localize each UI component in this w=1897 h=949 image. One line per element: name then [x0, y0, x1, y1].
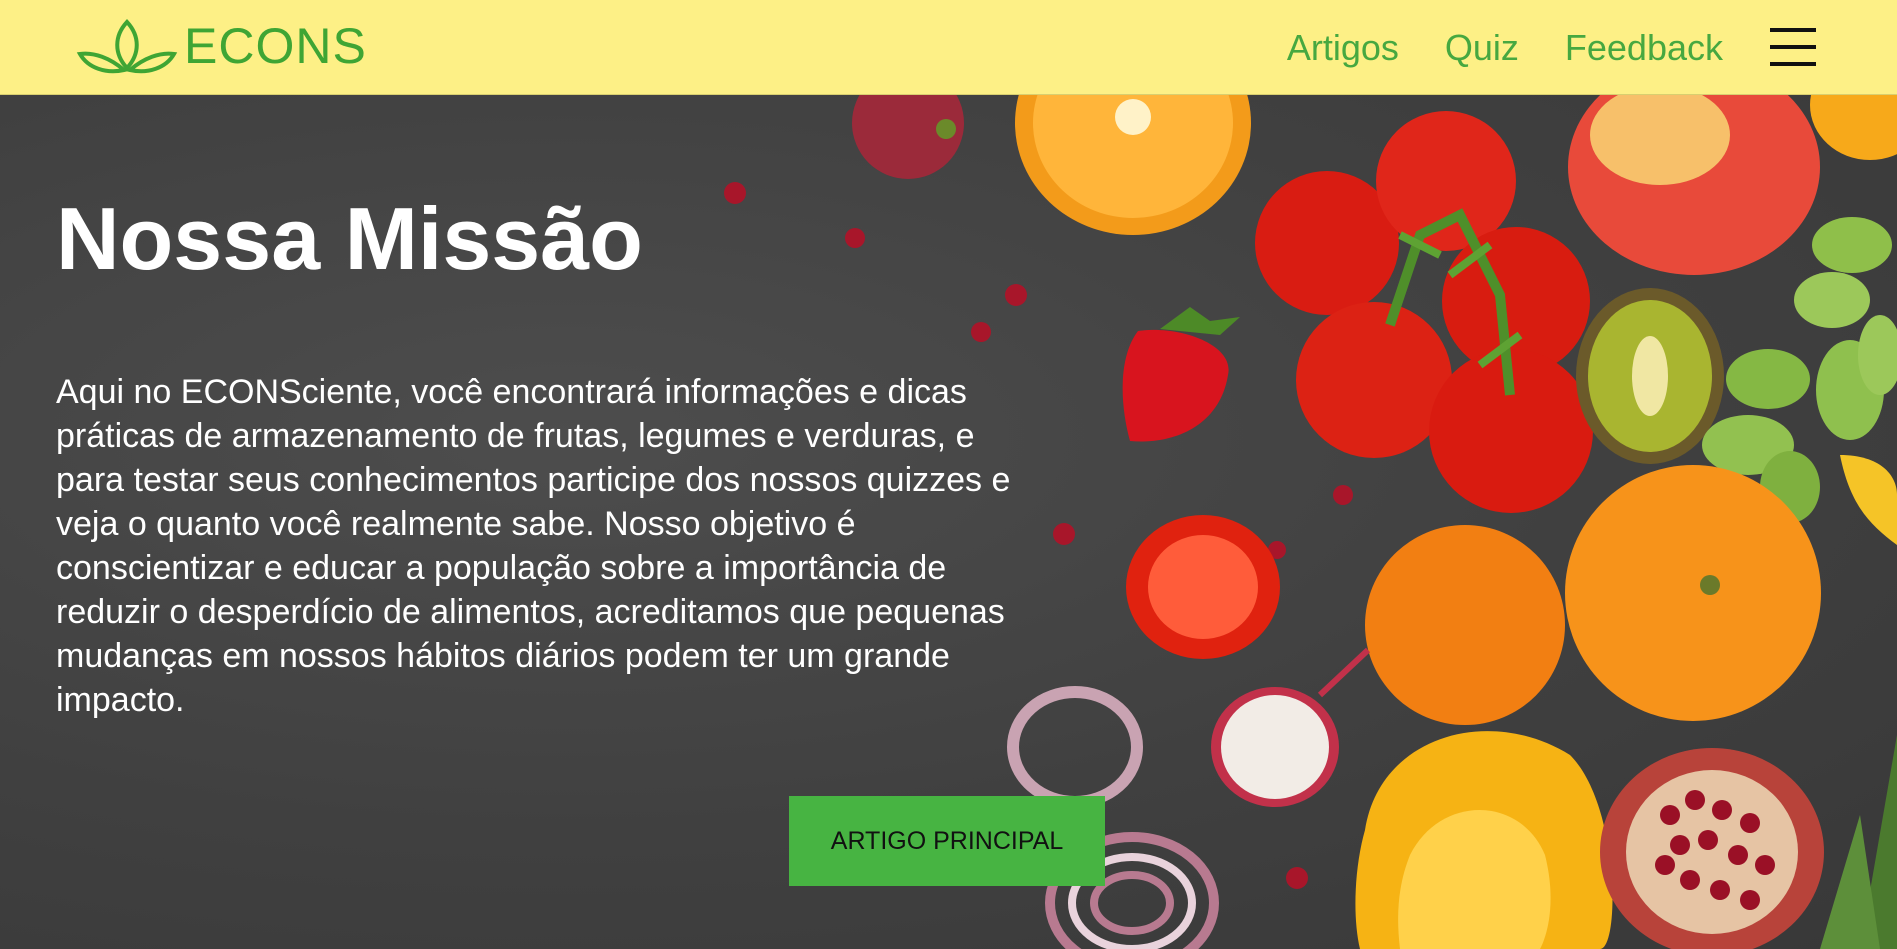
- nav-link-quiz[interactable]: Quiz: [1445, 26, 1519, 70]
- nav-link-feedback[interactable]: Feedback: [1565, 26, 1723, 70]
- top-navbar: ECONS Artigos Quiz Feedback: [0, 0, 1897, 95]
- hero-description: Aqui no ECONSciente, você encontrará inf…: [56, 373, 1011, 719]
- nav-link-artigos[interactable]: Artigos: [1287, 26, 1399, 70]
- leaf-logo-icon: [76, 19, 178, 74]
- main-article-button[interactable]: ARTIGO PRINCIPAL: [789, 796, 1105, 886]
- main-nav: Artigos Quiz Feedback: [1241, 26, 1723, 70]
- brand-logo[interactable]: ECONS: [76, 14, 367, 78]
- brand-name: ECONS: [184, 18, 367, 74]
- hero-section: Nossa Missão Aqui no ECONSciente, você e…: [0, 95, 1897, 949]
- hero-title: Nossa Missão: [56, 189, 643, 288]
- hamburger-menu-icon[interactable]: [1770, 28, 1816, 66]
